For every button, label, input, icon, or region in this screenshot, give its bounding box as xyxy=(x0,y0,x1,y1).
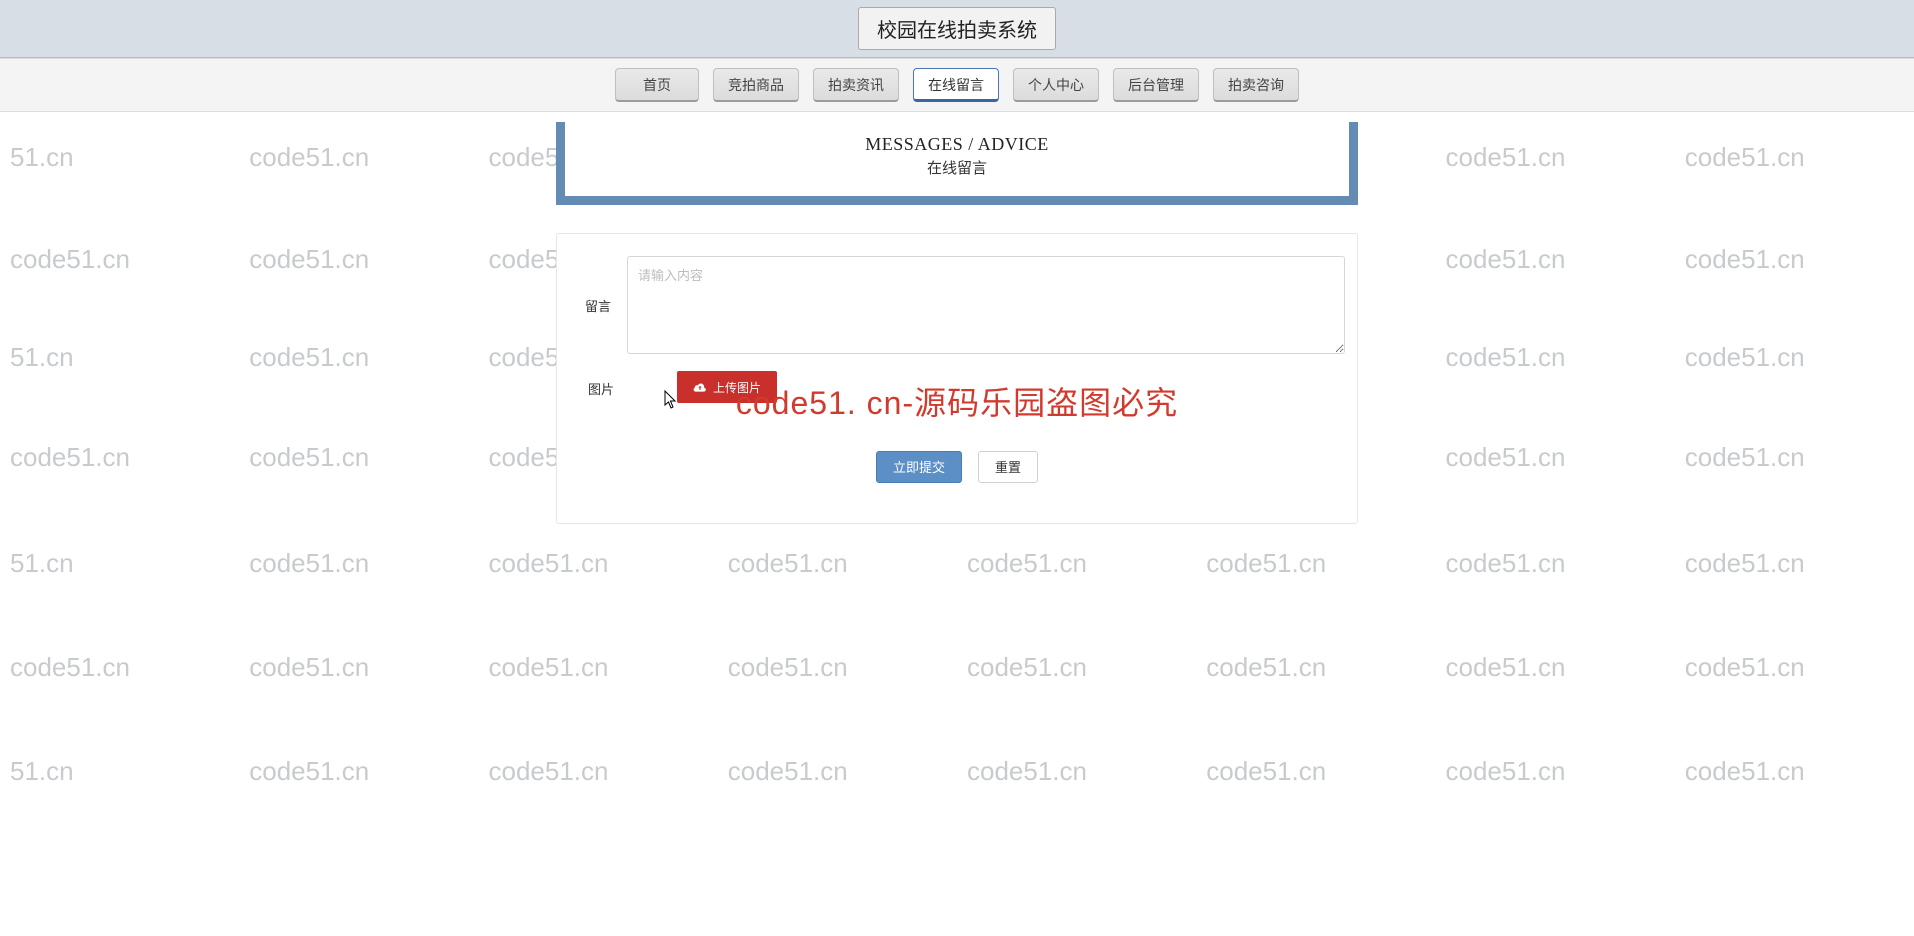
watermark-text: code51.cn xyxy=(1675,342,1914,373)
top-bar: 校园在线拍卖系统 xyxy=(0,0,1914,58)
watermark-text: code51.cn xyxy=(1675,442,1914,473)
watermark-text: code51.cn xyxy=(239,548,478,579)
watermark-text: code51.cn xyxy=(957,652,1196,683)
watermark-text: code51.cn xyxy=(1675,548,1914,579)
watermark-text: code51.cn xyxy=(239,652,478,683)
watermark-text: code51.cn xyxy=(1196,756,1435,787)
nav-item-3[interactable]: 在线留言 xyxy=(913,68,999,102)
nav-item-0[interactable]: 首页 xyxy=(615,68,699,102)
message-textarea[interactable] xyxy=(627,256,1345,354)
watermark-text: code51.cn xyxy=(239,442,478,473)
nav-item-4[interactable]: 个人中心 xyxy=(1013,68,1099,102)
watermark-text: code51.cn xyxy=(1436,756,1675,787)
watermark-text: code51.cn xyxy=(479,548,718,579)
nav-item-2[interactable]: 拍卖资讯 xyxy=(813,68,899,102)
watermark-text: code51.cn xyxy=(239,756,478,787)
site-title: 校园在线拍卖系统 xyxy=(858,7,1056,50)
watermark-text: code51.cn xyxy=(0,244,239,275)
section-title-en: MESSAGES / ADVICE xyxy=(565,134,1349,155)
message-form: 留言 图片 上传图片 立即提交 重置 xyxy=(556,233,1358,524)
watermark-text: code51.cn xyxy=(1436,342,1675,373)
watermark-text: code51.cn xyxy=(1675,142,1914,173)
watermark-text: code51.cn xyxy=(718,652,957,683)
watermark-text: code51.cn xyxy=(1436,142,1675,173)
watermark-text: code51.cn xyxy=(479,652,718,683)
cloud-upload-icon xyxy=(693,382,707,392)
nav-item-1[interactable]: 竞拍商品 xyxy=(713,68,799,102)
watermark-text: code51.cn xyxy=(1196,548,1435,579)
watermark-text: code51.cn xyxy=(718,756,957,787)
watermark-text: code51.cn xyxy=(1675,652,1914,683)
watermark-text: code51.cn xyxy=(1436,442,1675,473)
watermark-text: code51.cn xyxy=(239,342,478,373)
watermark-text: code51.cn xyxy=(957,548,1196,579)
nav-item-6[interactable]: 拍卖咨询 xyxy=(1213,68,1299,102)
watermark-text: 51.cn xyxy=(0,548,239,579)
submit-button[interactable]: 立即提交 xyxy=(876,451,962,483)
watermark-text: code51.cn xyxy=(0,442,239,473)
form-row-message: 留言 xyxy=(569,256,1345,357)
form-actions: 立即提交 重置 xyxy=(569,451,1345,483)
nav-bar: 首页竞拍商品拍卖资讯在线留言个人中心后台管理拍卖咨询 xyxy=(0,58,1914,112)
watermark-text: code51.cn xyxy=(1436,548,1675,579)
watermark-text: code51.cn xyxy=(1436,652,1675,683)
watermark-text: 51.cn xyxy=(0,756,239,787)
image-label: 图片 xyxy=(569,371,633,398)
message-label: 留言 xyxy=(569,256,627,315)
section-header: MESSAGES / ADVICE 在线留言 xyxy=(556,122,1358,205)
watermark-text: 51.cn xyxy=(0,342,239,373)
form-row-image: 图片 上传图片 xyxy=(569,371,1345,403)
watermark-text: code51.cn xyxy=(1436,244,1675,275)
watermark-text: code51.cn xyxy=(239,142,478,173)
section-title-cn: 在线留言 xyxy=(565,157,1349,178)
watermark-text: code51.cn xyxy=(718,548,957,579)
nav-item-5[interactable]: 后台管理 xyxy=(1113,68,1199,102)
watermark-text: code51.cn xyxy=(1196,652,1435,683)
content-wrap: MESSAGES / ADVICE 在线留言 留言 图片 上传图片 立即提交 xyxy=(556,122,1358,524)
watermark-text: code51.cn xyxy=(1675,244,1914,275)
watermark-text: code51.cn xyxy=(957,756,1196,787)
reset-button[interactable]: 重置 xyxy=(978,451,1038,483)
watermark-text: code51.cn xyxy=(239,244,478,275)
watermark-text: code51.cn xyxy=(1675,756,1914,787)
watermark-text: code51.cn xyxy=(479,756,718,787)
watermark-text: code51.cn xyxy=(0,652,239,683)
upload-image-label: 上传图片 xyxy=(713,379,761,396)
upload-image-button[interactable]: 上传图片 xyxy=(677,371,777,403)
watermark-text: 51.cn xyxy=(0,142,239,173)
